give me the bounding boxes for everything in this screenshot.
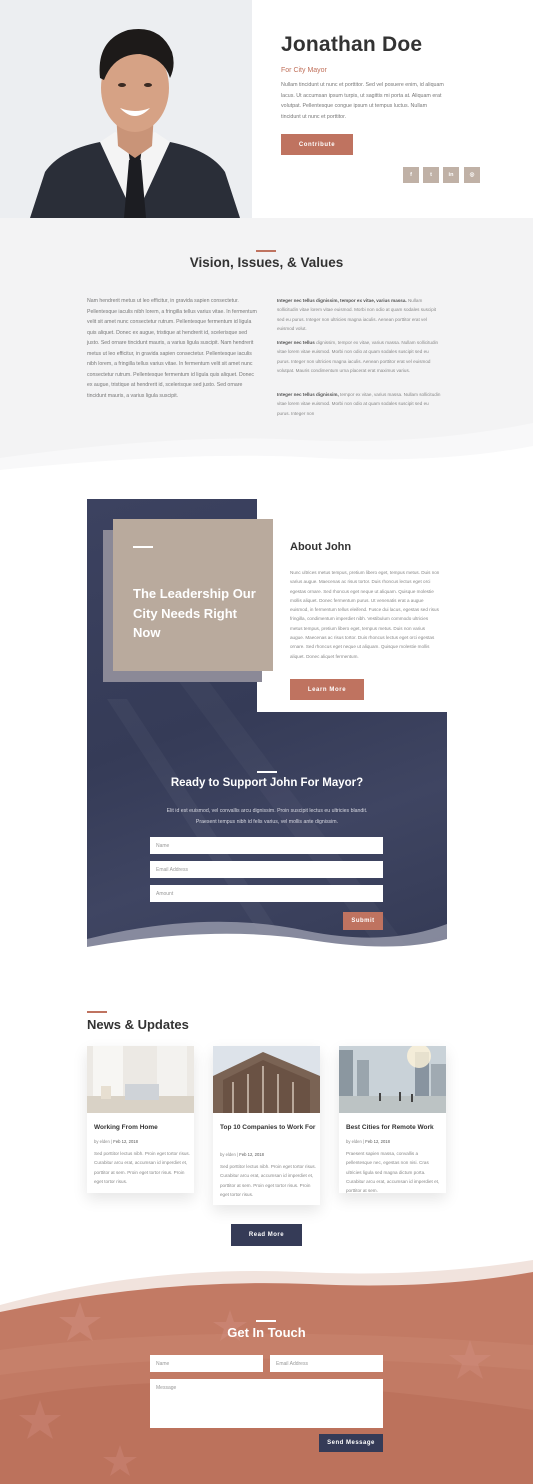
news-card-image <box>213 1046 320 1113</box>
leadership-rule <box>133 546 153 548</box>
read-more-button[interactable]: Read More <box>231 1224 302 1246</box>
facebook-icon[interactable]: f <box>403 167 419 183</box>
news-card[interactable]: Working From Home by elden | Feb 12, 201… <box>87 1046 194 1193</box>
news-card-meta: by elden | Feb 12, 2018 <box>94 1139 138 1144</box>
send-message-button[interactable]: Send Message <box>319 1434 383 1452</box>
candidate-subtitle: For City Mayor <box>281 67 327 74</box>
candidate-name: Jonathan Doe <box>281 33 423 56</box>
contribute-button[interactable]: Contribute <box>281 134 353 155</box>
news-card-excerpt: Praesent sapien massa, convallis a pelle… <box>346 1151 440 1194</box>
news-card-title[interactable]: Best Cities for Remote Work <box>346 1122 442 1135</box>
support-text: Elit id est euismod, vel convallis arcu … <box>166 808 368 825</box>
news-card[interactable]: Best Cities for Remote Work by elden | F… <box>339 1046 446 1193</box>
about-title: About John <box>290 541 352 553</box>
vision-title-rule <box>256 250 276 252</box>
news-card-image <box>87 1046 194 1113</box>
support-email-input[interactable]: Email Address <box>150 861 383 878</box>
candidate-portrait <box>0 0 252 218</box>
instagram-icon[interactable]: ◎ <box>464 167 480 183</box>
about-text: Nunc ultrices metus tempus, pretium libe… <box>290 570 440 659</box>
news-card[interactable]: Top 10 Companies to Work For by elden | … <box>213 1046 320 1205</box>
contact-name-input[interactable]: Name <box>150 1355 263 1372</box>
news-card-image <box>339 1046 446 1113</box>
vision-title: Vision, Issues, & Values <box>189 255 344 270</box>
vision-paragraph: Integer nec tellus dignissim, tempor ex … <box>277 390 442 418</box>
news-card-meta: by elden | Feb 12, 2018 <box>346 1139 390 1144</box>
news-card-date: Feb 12, 2018 <box>239 1152 264 1157</box>
vision-paragraph-lead: Integer nec tellus <box>277 340 315 345</box>
news-card-author: by elden <box>346 1139 362 1144</box>
news-card-title[interactable]: Top 10 Companies to Work For <box>220 1122 316 1135</box>
vision-paragraph: Integer nec tellus dignissim, tempor ex … <box>277 296 442 333</box>
news-card-author: by elden <box>220 1152 236 1157</box>
hero-description: Nullam tincidunt ut nunc et porttitor. S… <box>281 82 444 120</box>
news-card-title[interactable]: Working From Home <box>94 1122 190 1135</box>
contact-title-rule <box>256 1320 276 1322</box>
news-card-meta: by elden | Feb 12, 2018 <box>220 1152 264 1157</box>
news-card-excerpt: Sed porttitor lectus nibh. Proin eget to… <box>94 1151 191 1184</box>
learn-more-button[interactable]: Learn More <box>290 679 364 700</box>
vision-paragraph: Integer nec tellus dignissim, tempor ex … <box>277 338 442 375</box>
news-title: News & Updates <box>87 1017 189 1032</box>
support-name-input[interactable]: Name <box>150 837 383 854</box>
news-card-excerpt: Sed porttitor lectus nibh. Proin eget to… <box>220 1164 317 1197</box>
submit-button[interactable]: Submit <box>343 912 383 930</box>
vision-left-text: Nam hendrerit metus ut leo efficitur, in… <box>87 298 257 399</box>
news-title-rule <box>87 1011 107 1013</box>
contact-section <box>0 1250 533 1484</box>
linkedin-icon[interactable]: in <box>443 167 459 183</box>
contact-message-textarea[interactable]: Message <box>150 1379 383 1428</box>
contact-title: Get In Touch <box>227 1325 306 1340</box>
leadership-heading: The Leadership Our City Needs Right Now <box>133 586 256 640</box>
support-title: Ready to Support John For Mayor? <box>170 777 364 789</box>
vision-paragraph-lead: Integer nec tellus dignissim, <box>277 392 339 397</box>
support-title-rule <box>257 771 277 773</box>
support-amount-input[interactable]: Amount <box>150 885 383 902</box>
twitter-icon[interactable]: t <box>423 167 439 183</box>
vision-paragraph-lead: Integer nec tellus dignissim, tempor ex … <box>277 298 407 303</box>
news-card-date: Feb 12, 2018 <box>113 1139 138 1144</box>
contact-email-input[interactable]: Email Address <box>270 1355 383 1372</box>
news-card-date: Feb 12, 2018 <box>365 1139 390 1144</box>
news-card-author: by elden <box>94 1139 110 1144</box>
